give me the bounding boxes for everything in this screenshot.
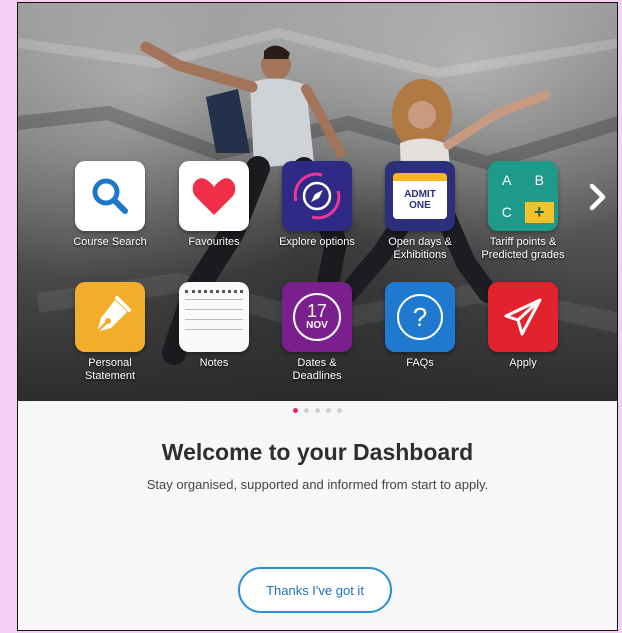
compass-icon	[282, 161, 352, 231]
tile-label: Favourites	[188, 236, 240, 248]
welcome-title: Welcome to your Dashboard	[161, 439, 474, 465]
dashboard-onboarding-panel: Course Search Favourites Explore options	[17, 2, 618, 631]
question-icon: ?	[385, 282, 455, 352]
tile-label: Personal Statement	[84, 357, 136, 382]
tile-personal-statement[interactable]: Personal Statement	[65, 282, 155, 383]
carousel-pagination	[18, 408, 617, 413]
tile-label: Tariff points & Predicted grades	[481, 236, 565, 261]
calendar-day: 17	[306, 301, 328, 321]
hero-photo: Course Search Favourites Explore options	[18, 3, 617, 401]
tile-label: Open days & Exhibitions	[388, 236, 452, 261]
tile-favourites[interactable]: Favourites	[169, 161, 259, 249]
tile-label: Course Search	[73, 236, 147, 248]
tile-label: Dates & Deadlines	[292, 357, 342, 382]
page-dot[interactable]	[337, 408, 342, 413]
grid-cell: B	[534, 171, 544, 188]
carousel-next-button[interactable]	[587, 181, 609, 213]
page-dot[interactable]	[293, 408, 298, 413]
tile-label: FAQs	[406, 357, 434, 369]
calculator-grid-icon: A B C +	[488, 161, 558, 231]
grid-cell: +	[524, 201, 554, 223]
paper-plane-icon	[488, 282, 558, 352]
page-dot[interactable]	[326, 408, 331, 413]
grid-cell: A	[502, 171, 512, 188]
tile-notes[interactable]: Notes	[169, 282, 259, 370]
tile-course-search[interactable]: Course Search	[65, 161, 155, 249]
dismiss-button[interactable]: Thanks I've got it	[238, 567, 392, 613]
tile-faqs[interactable]: ? FAQs	[375, 282, 465, 370]
tile-dates-deadlines[interactable]: 17 NOV Dates & Deadlines	[272, 282, 362, 383]
heart-icon	[179, 161, 249, 231]
ticket-text: ONE	[409, 200, 431, 211]
tile-label: Apply	[509, 357, 537, 369]
tile-tariff-points[interactable]: A B C + Tariff points & Predicted grades	[478, 161, 568, 262]
tile-open-days[interactable]: ADMIT ONE Open days & Exhibitions	[375, 161, 465, 262]
question-glyph: ?	[397, 294, 443, 340]
calendar-month: NOV	[306, 320, 328, 331]
tile-label: Explore options	[279, 236, 355, 248]
page-dot[interactable]	[304, 408, 309, 413]
fountain-pen-icon	[75, 282, 145, 352]
grid-cell: C	[501, 204, 512, 221]
welcome-subtitle: Stay organised, supported and informed f…	[146, 477, 489, 492]
tile-explore-options[interactable]: Explore options	[272, 161, 362, 249]
notepad-icon	[179, 282, 249, 352]
calendar-icon: 17 NOV	[282, 282, 352, 352]
tile-label: Notes	[199, 357, 229, 369]
ticket-text: ADMIT	[404, 189, 436, 200]
admit-one-ticket-icon: ADMIT ONE	[385, 161, 455, 231]
tile-apply[interactable]: Apply	[478, 282, 568, 370]
page-dot[interactable]	[315, 408, 320, 413]
chevron-right-icon	[589, 183, 606, 211]
search-icon	[75, 161, 145, 231]
